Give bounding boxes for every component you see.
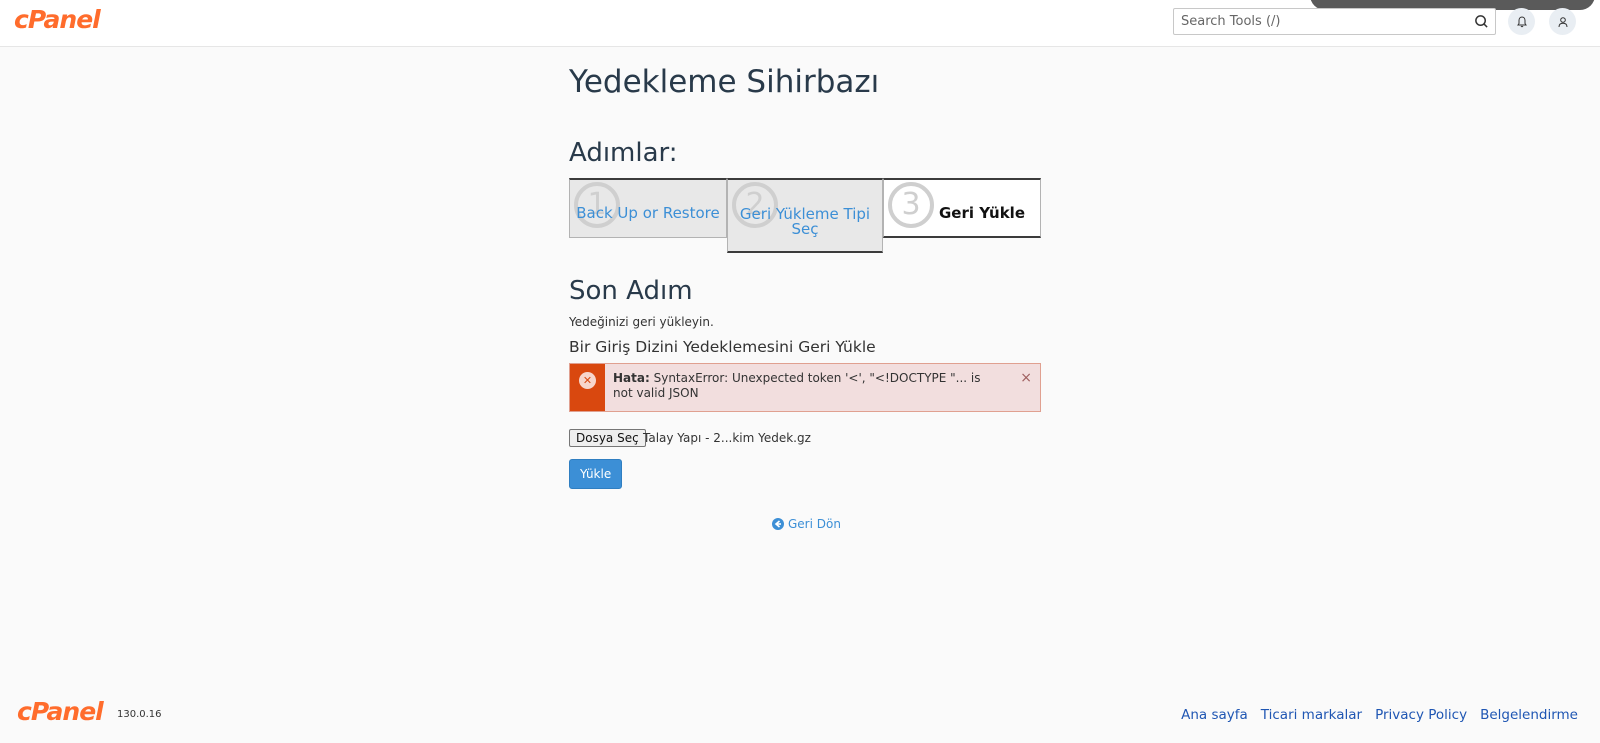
page-title: Yedekleme Sihirbazı	[569, 64, 880, 100]
step-number: 3	[888, 182, 934, 228]
section-title: Son Adım	[569, 276, 693, 306]
user-icon	[1558, 16, 1567, 27]
error-alert: ✕ Hata: SyntaxError: Unexpected token '<…	[569, 363, 1041, 412]
user-menu-button[interactable]	[1549, 8, 1576, 35]
step-label[interactable]: Back Up or Restore	[570, 206, 726, 221]
footer-cpanel-logo: cPanel	[17, 697, 104, 726]
step-label: Geri Yükle	[939, 204, 1025, 222]
top-header: cPanel	[0, 0, 1600, 47]
search-icon[interactable]	[1474, 14, 1489, 29]
alert-icon-box: ✕	[570, 364, 605, 411]
cpanel-logo[interactable]: cPanel	[14, 5, 101, 34]
alert-text: SyntaxError: Unexpected token '<', "<!DO…	[613, 371, 981, 400]
section-description: Yedeğinizi geri yükleyin.	[569, 315, 714, 329]
bell-icon	[1516, 15, 1527, 27]
alert-label: Hata:	[613, 371, 650, 385]
version-number: 130.0.16	[117, 709, 162, 720]
footer-link-privacy-policy[interactable]: Privacy Policy	[1375, 707, 1467, 723]
step-label[interactable]: Geri Yükleme Tipi Seç	[728, 207, 882, 237]
arrow-left-circle-icon	[772, 518, 784, 530]
back-link[interactable]: Geri Dön	[772, 517, 841, 531]
choose-file-button[interactable]: Dosya Seç	[569, 429, 646, 447]
upload-button[interactable]: Yükle	[569, 459, 623, 489]
close-icon[interactable]: ×	[1020, 370, 1032, 386]
section-subtitle: Bir Giriş Dizini Yedeklemesini Geri Yükl…	[569, 338, 876, 356]
search-box[interactable]	[1173, 8, 1496, 35]
notifications-button[interactable]	[1508, 8, 1535, 35]
alert-message: Hata: SyntaxError: Unexpected token '<',…	[613, 371, 1003, 401]
back-link-label[interactable]: Geri Dön	[788, 517, 841, 531]
footer-links: Ana sayfa Ticari markalar Privacy Policy…	[1181, 707, 1578, 723]
search-input[interactable]	[1174, 9, 1464, 34]
footer-link-documentation[interactable]: Belgelendirme	[1480, 707, 1578, 723]
steps-title: Adımlar:	[569, 138, 678, 168]
selected-file-name: Talay Yapı - 2...kim Yedek.gz	[643, 431, 811, 445]
error-icon: ✕	[579, 372, 596, 389]
step-restore: 3 Geri Yükle	[883, 178, 1041, 238]
footer-link-trademarks[interactable]: Ticari markalar	[1261, 707, 1362, 723]
step-restore-type[interactable]: 2 Geri Yükleme Tipi Seç	[727, 178, 883, 253]
step-back-up-or-restore[interactable]: 1 Back Up or Restore	[569, 178, 727, 238]
footer-link-home[interactable]: Ana sayfa	[1181, 707, 1248, 723]
